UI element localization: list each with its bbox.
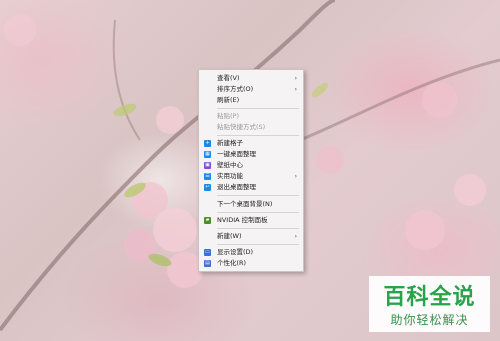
menu-item-new[interactable]: 新建(W) › [199, 231, 303, 242]
menu-item-label: 个性化(R) [217, 259, 247, 267]
watermark-subtitle: 助你轻松解决 [390, 313, 469, 327]
menu-item-label: 粘贴快捷方式(S) [217, 123, 266, 131]
menu-separator [217, 108, 299, 109]
menu-item-label: 下一个桌面背景(N) [217, 200, 273, 208]
menu-item-label: 粘贴(P) [217, 112, 239, 120]
chevron-right-icon: › [294, 173, 297, 180]
chevron-right-icon: › [294, 86, 297, 93]
menu-separator [217, 244, 299, 245]
nvidia-icon: ▰ [204, 217, 211, 224]
menu-item-label: 刷新(E) [217, 96, 240, 104]
menu-item-paste-shortcut[interactable]: 粘贴快捷方式(S) [199, 122, 303, 133]
exit-icon: ↩ [204, 184, 211, 191]
menu-item-refresh[interactable]: 刷新(E) [199, 95, 303, 106]
menu-item-wallpaper-center[interactable]: ▣ 壁纸中心 [199, 160, 303, 171]
menu-item-organize-desktop[interactable]: ▦ 一键桌面整理 [199, 149, 303, 160]
display-icon: ▭ [204, 249, 211, 256]
menu-item-label: 壁纸中心 [217, 161, 243, 169]
menu-item-label: 显示设置(D) [217, 248, 254, 256]
menu-item-utilities[interactable]: ☰ 实用功能 › [199, 171, 303, 182]
plus-icon: + [204, 140, 211, 147]
watermark-title: 百科全说 [383, 285, 476, 310]
desktop-context-menu: 查看(V) › 排序方式(O) › 刷新(E) 粘贴(P) 粘贴快捷方式(S) … [198, 69, 304, 272]
menu-item-nvidia-control-panel[interactable]: ▰ NVIDIA 控制面板 [199, 215, 303, 226]
menu-item-personalize[interactable]: ▤ 个性化(R) [199, 258, 303, 269]
menu-item-exit-organizer[interactable]: ↩ 退出桌面整理 [199, 182, 303, 193]
personalize-icon: ▤ [204, 260, 211, 267]
menu-item-new-grid[interactable]: + 新建格子 [199, 138, 303, 149]
menu-item-label: 查看(V) [217, 74, 240, 82]
menu-item-view[interactable]: 查看(V) › [199, 73, 303, 84]
menu-item-label: 实用功能 [217, 172, 243, 180]
menu-item-next-background[interactable]: 下一个桌面背景(N) [199, 199, 303, 210]
menu-separator [217, 228, 299, 229]
menu-item-display-settings[interactable]: ▭ 显示设置(D) [199, 247, 303, 258]
watermark-logo: 百科全说 助你轻松解决 [369, 276, 490, 332]
chevron-right-icon: › [294, 233, 297, 240]
menu-item-label: 新建(W) [217, 232, 242, 240]
menu-separator [217, 212, 299, 213]
menu-item-label: 一键桌面整理 [217, 150, 256, 158]
wallpaper-icon: ▣ [204, 162, 211, 169]
grid-icon: ▦ [204, 151, 211, 158]
menu-item-label: 新建格子 [217, 139, 243, 147]
menu-item-sort-by[interactable]: 排序方式(O) › [199, 84, 303, 95]
apps-icon: ☰ [204, 173, 211, 180]
chevron-right-icon: › [294, 75, 297, 82]
menu-item-label: NVIDIA 控制面板 [217, 216, 268, 224]
menu-separator [217, 195, 299, 196]
menu-item-paste[interactable]: 粘贴(P) [199, 111, 303, 122]
menu-item-label: 退出桌面整理 [217, 183, 256, 191]
menu-item-label: 排序方式(O) [217, 85, 254, 93]
menu-separator [217, 135, 299, 136]
